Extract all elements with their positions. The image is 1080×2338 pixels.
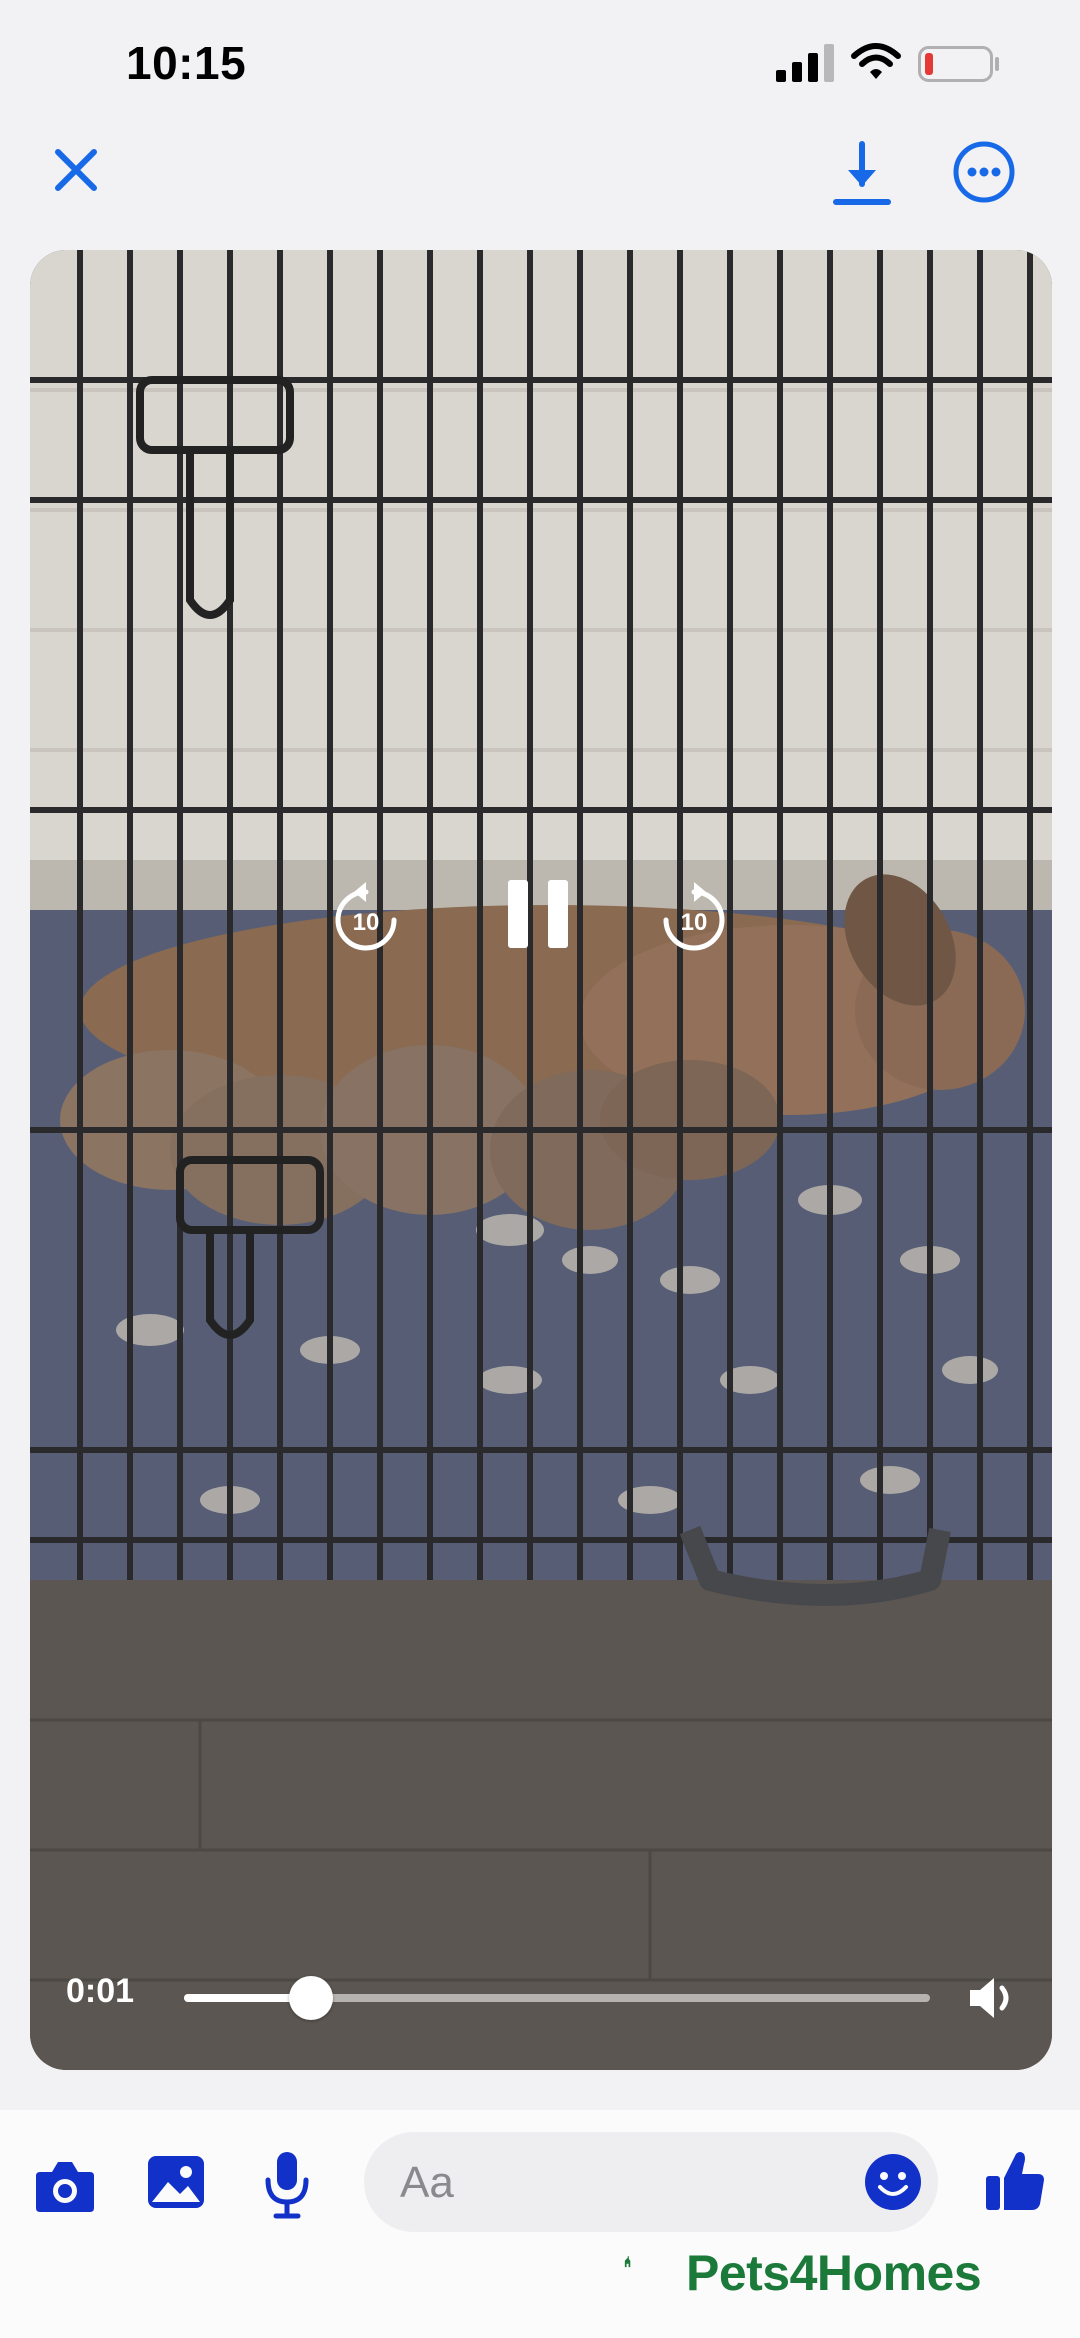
progress-slider[interactable] xyxy=(184,1976,930,2020)
forward-seconds-label: 10 xyxy=(681,909,708,936)
thumbs-up-icon[interactable] xyxy=(984,2148,1046,2212)
message-input-placeholder: Aa xyxy=(400,2158,454,2207)
rewind-seconds-label: 10 xyxy=(353,909,380,936)
video-player[interactable]: 10 10 0:01 xyxy=(30,250,1052,2070)
status-time: 10:15 xyxy=(126,37,247,89)
photo-gallery-icon[interactable] xyxy=(146,2152,206,2212)
viewer-toolbar xyxy=(0,130,1080,240)
volume-icon[interactable] xyxy=(966,1974,1018,2022)
watermark-text: Pets4Homes xyxy=(686,2245,982,2301)
battery-low-icon xyxy=(918,46,999,82)
emoji-icon[interactable] xyxy=(864,2153,922,2211)
pets4homes-logo xyxy=(624,2256,631,2268)
wifi-icon xyxy=(851,43,901,79)
forward-10-button[interactable]: 10 xyxy=(654,880,734,960)
cellular-signal-icon xyxy=(776,44,834,82)
status-bar: 10:15 xyxy=(0,0,1080,130)
rewind-10-button[interactable]: 10 xyxy=(326,880,406,960)
download-icon[interactable] xyxy=(832,140,892,208)
video-frame-image xyxy=(30,250,1052,2070)
more-options-icon[interactable] xyxy=(952,140,1016,204)
playback-time: 0:01 xyxy=(66,1972,135,2010)
video-viewer-screen: 10:15 10 10 0:01 Aa Pets4Homes xyxy=(0,0,1080,2338)
close-icon[interactable] xyxy=(46,140,106,200)
microphone-icon[interactable] xyxy=(262,2150,312,2220)
camera-icon[interactable] xyxy=(34,2158,96,2214)
progress-thumb[interactable] xyxy=(288,1976,333,2020)
pause-button[interactable] xyxy=(504,876,574,952)
